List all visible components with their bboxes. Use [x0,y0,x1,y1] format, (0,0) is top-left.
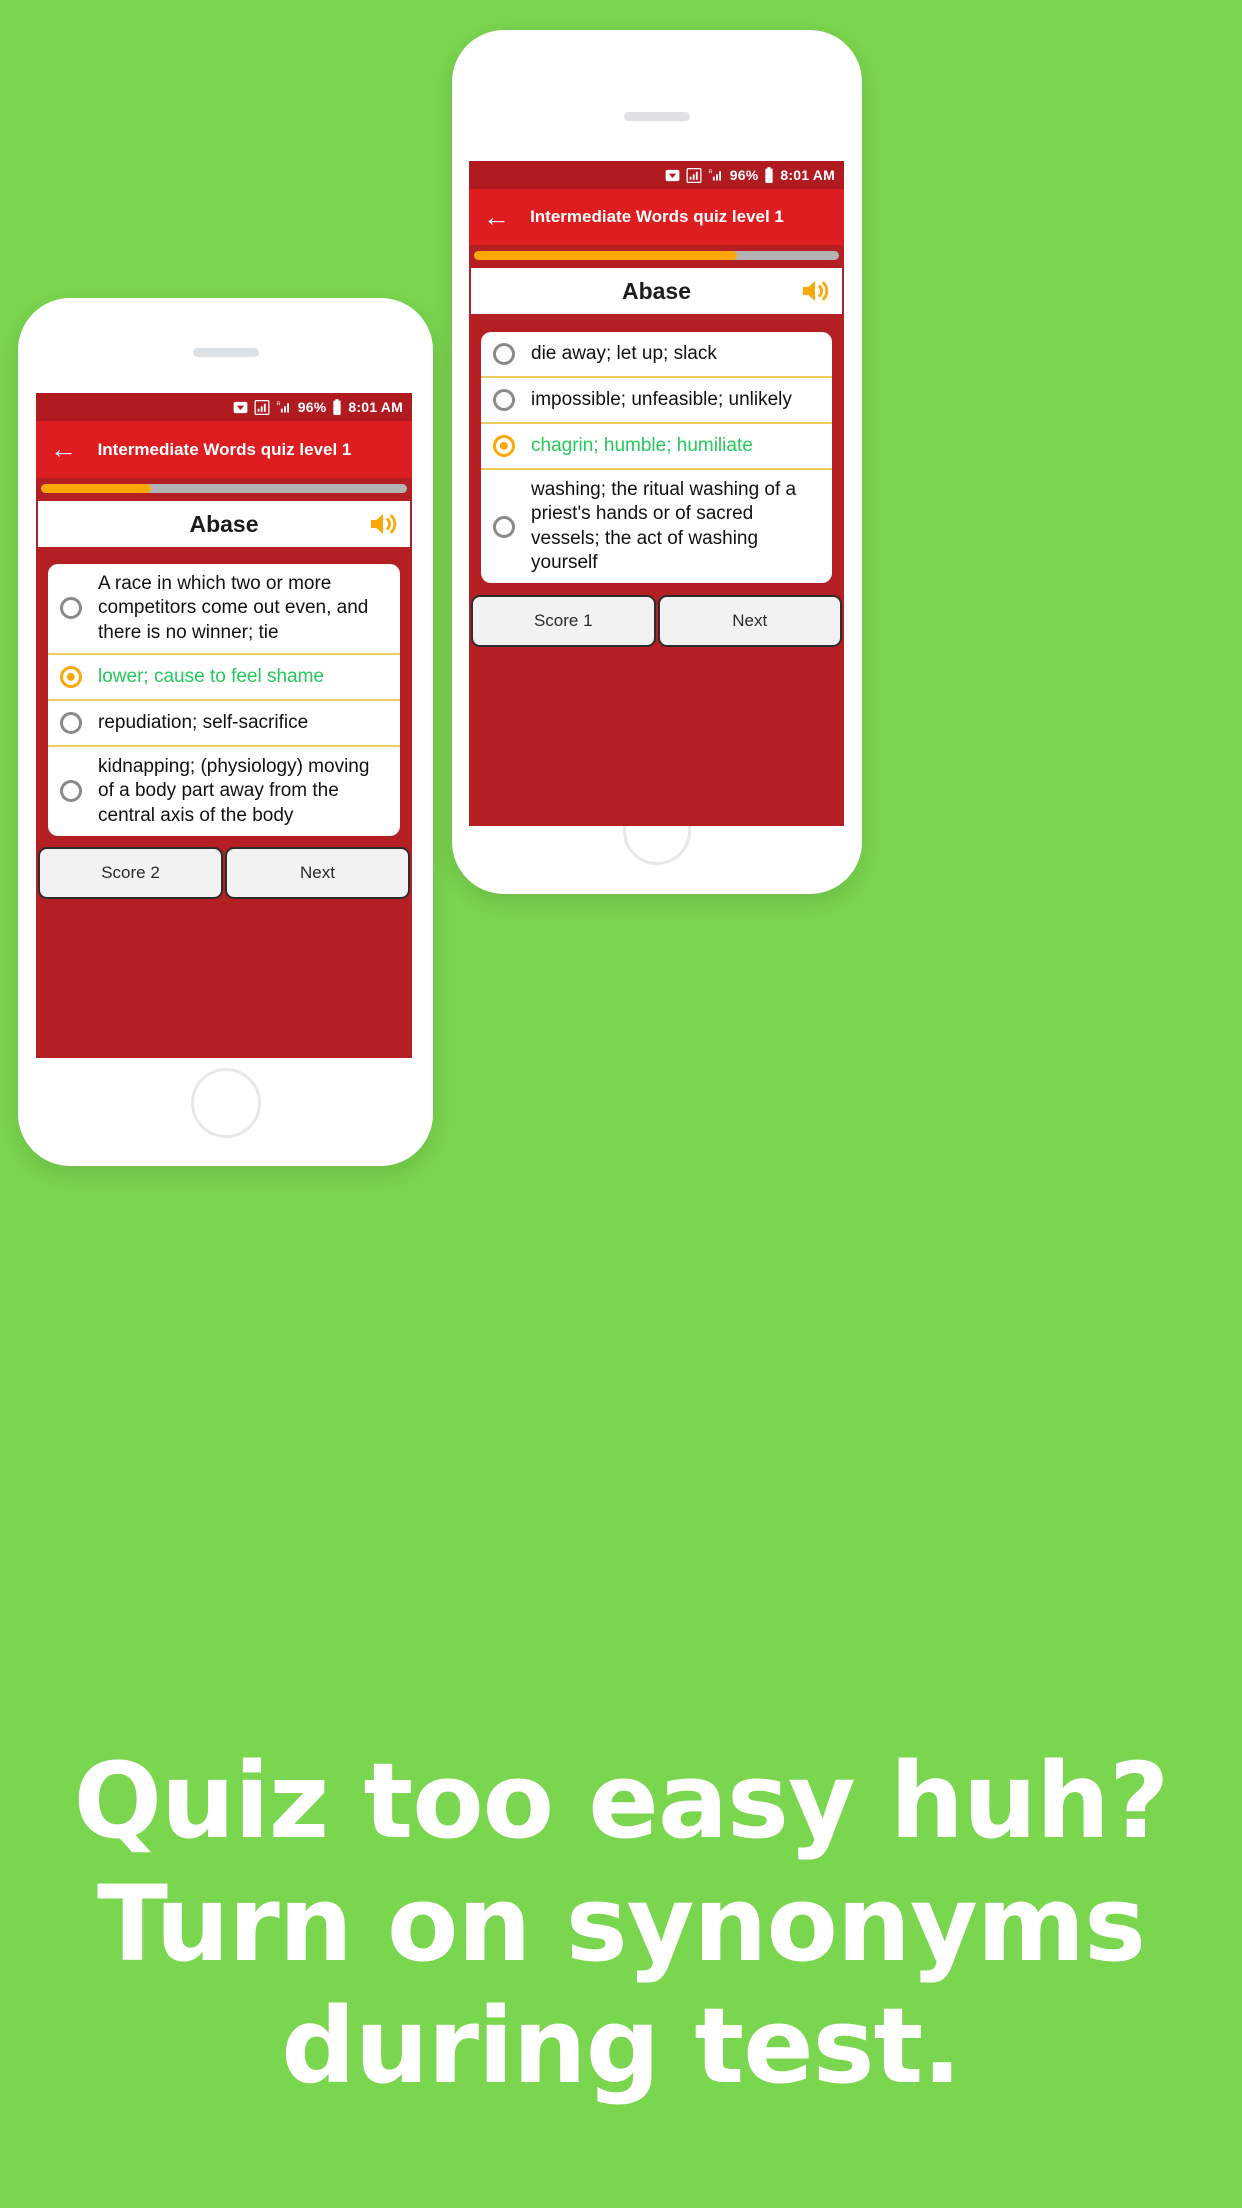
back-arrow-icon[interactable]: ← [50,436,77,463]
app-bar: ← Intermediate Words quiz level 1 [469,189,844,245]
signal-icon [686,167,702,183]
promo-headline: Quiz too easy huh? Turn on synonyms duri… [0,1740,1242,2108]
answer-option-label: lower; cause to feel shame [98,665,325,687]
radio-unchecked-icon[interactable] [493,343,515,365]
app-bar: ← Intermediate Words quiz level 1 [36,421,412,478]
radio-checked-icon[interactable] [60,665,82,688]
quiz-progress-track [474,251,839,260]
radio-unchecked-icon[interactable] [493,389,515,411]
phone-home-button[interactable] [190,1068,261,1138]
score-button[interactable]: Score 1 [471,595,656,648]
word-card: Abase [471,268,842,314]
answer-option-label: impossible; unfeasible; unlikely [531,388,792,410]
answer-option[interactable]: die away; let up; slack [481,332,832,378]
answer-option[interactable]: impossible; unfeasible; unlikely [481,378,832,424]
score-button[interactable]: Score 2 [38,846,223,899]
next-button[interactable]: Next [225,846,410,899]
next-button[interactable]: Next [657,595,842,648]
volume-icon[interactable] [366,507,400,541]
answer-option[interactable]: repudiation; self-sacrifice [48,701,400,747]
radio-checked-icon[interactable] [493,435,515,457]
answer-option-label: chagrin; humble; humiliate [531,434,753,456]
android-status-bar: R 96% 8:01 AM [36,393,412,421]
quiz-progress-wrap [469,245,844,264]
battery-icon [332,399,342,415]
clock-label: 8:01 AM [780,167,835,183]
quiz-word: Abase [189,510,259,537]
battery-percent-label: 96% [297,399,327,415]
page-title: Intermediate Words quiz level 1 [530,207,784,226]
roaming-signal-icon: R [276,400,292,415]
answer-options-list: die away; let up; slack impossible; unfea… [481,332,832,584]
svg-text:R: R [708,169,712,175]
quiz-progress-fill [474,251,737,260]
message-icon [665,168,680,183]
quiz-word: Abase [621,277,692,304]
word-card: Abase [38,501,410,547]
answer-option[interactable]: lower; cause to feel shame [48,655,400,701]
quiz-progress-track [41,484,407,493]
promo-headline-line-1: Quiz too easy huh? [73,1740,1170,1862]
battery-icon [764,167,774,183]
phone-screen-top: R 96% 8:01 AM ← Intermediate Words quiz … [469,161,844,826]
answer-option[interactable]: washing; the ritual washing of a priest'… [481,470,832,583]
answer-option[interactable]: chagrin; humble; humiliate [481,424,832,470]
quiz-action-buttons: Score 2 Next [38,846,410,899]
promo-headline-line-3: during test. [281,1985,962,2108]
radio-unchecked-icon[interactable] [60,780,82,803]
promo-headline-line-2: Turn on synonyms [96,1862,1146,1985]
radio-unchecked-icon[interactable] [493,515,515,538]
svg-text:R: R [276,401,280,407]
android-status-bar: R 96% 8:01 AM [469,161,844,189]
signal-icon [254,399,270,415]
answer-options-list: A race in which two or more competitors … [48,564,400,836]
answer-option-label: die away; let up; slack [531,342,717,364]
radio-unchecked-icon[interactable] [60,711,82,734]
phone-earpiece-speaker [192,348,259,357]
quiz-progress-wrap [36,478,412,497]
answer-option-label: repudiation; self-sacrifice [98,711,309,733]
answer-option-label: washing; the ritual washing of a priest'… [531,479,797,573]
roaming-signal-icon: R [708,168,724,183]
battery-percent-label: 96% [729,167,759,183]
quiz-action-buttons: Score 1 Next [471,595,842,648]
answer-option-label: A race in which two or more competitors … [98,573,369,643]
message-icon [233,400,248,415]
quiz-progress-fill [41,484,151,493]
answer-option-label: kidnapping; (physiology) moving of a bod… [98,755,370,826]
phone-mockup-bottom: R 96% 8:01 AM ← Intermediate Words quiz … [18,298,433,1166]
page-title: Intermediate Words quiz level 1 [97,439,352,459]
answer-option[interactable]: kidnapping; (physiology) moving of a bod… [48,747,400,836]
phone-screen-bottom: R 96% 8:01 AM ← Intermediate Words quiz … [36,393,412,1058]
radio-unchecked-icon[interactable] [60,597,82,620]
phone-mockup-top: R 96% 8:01 AM ← Intermediate Words quiz … [452,30,862,894]
clock-label: 8:01 AM [348,399,403,415]
back-arrow-icon[interactable]: ← [483,203,510,231]
answer-option[interactable]: A race in which two or more competitors … [48,564,400,655]
volume-icon[interactable] [798,274,832,308]
phone-earpiece-speaker [624,112,690,121]
